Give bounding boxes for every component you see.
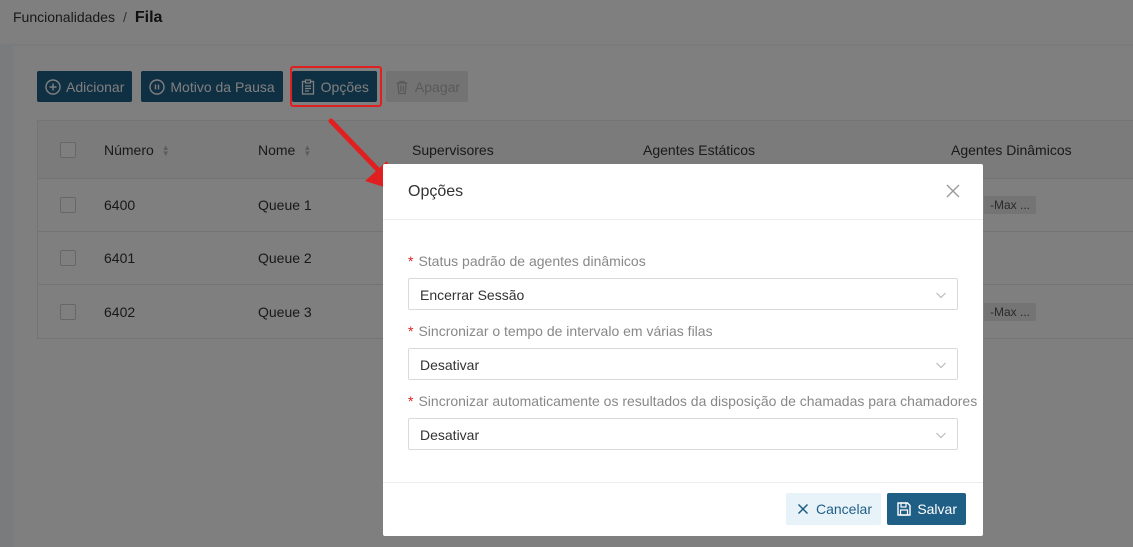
chevron-down-icon: [936, 292, 946, 299]
sync-break-time-label: * Sincronizar o tempo de intervalo em vár…: [408, 323, 713, 339]
chevron-down-icon: [936, 362, 946, 369]
field-label-text: Sincronizar automaticamente os resultado…: [418, 393, 978, 409]
cancel-button[interactable]: Cancelar: [785, 493, 881, 525]
chevron-down-icon: [936, 432, 946, 439]
save-button[interactable]: Salvar: [887, 493, 966, 525]
auto-sync-disposition-label: * Sincronizar automaticamente os resultad…: [408, 393, 978, 409]
cancel-button-label: Cancelar: [815, 501, 872, 517]
options-button-highlight: [290, 66, 382, 107]
select-value: Encerrar Sessão: [420, 287, 525, 303]
auto-sync-disposition-select[interactable]: Desativar: [408, 418, 958, 450]
dynamic-agent-status-label: * Status padrão de agentes dinâmicos: [408, 253, 646, 269]
save-button-label: Salvar: [917, 501, 957, 517]
close-icon: [797, 503, 808, 515]
select-value: Desativar: [420, 357, 480, 373]
select-value: Desativar: [420, 427, 480, 443]
options-dialog: Opções * Status padrão de agentes dinâmic…: [383, 164, 983, 536]
close-icon[interactable]: [945, 183, 961, 199]
dynamic-agent-status-select[interactable]: Encerrar Sessão: [408, 278, 958, 310]
dialog-footer: Cancelar Salvar: [383, 482, 983, 536]
field-label-text: Sincronizar o tempo de intervalo em vári…: [418, 323, 713, 339]
field-label-text: Status padrão de agentes dinâmicos: [418, 253, 646, 269]
dialog-header: Opções: [383, 164, 983, 220]
dialog-title: Opções: [408, 183, 464, 200]
save-icon: [897, 502, 912, 516]
sync-break-time-select[interactable]: Desativar: [408, 348, 958, 380]
